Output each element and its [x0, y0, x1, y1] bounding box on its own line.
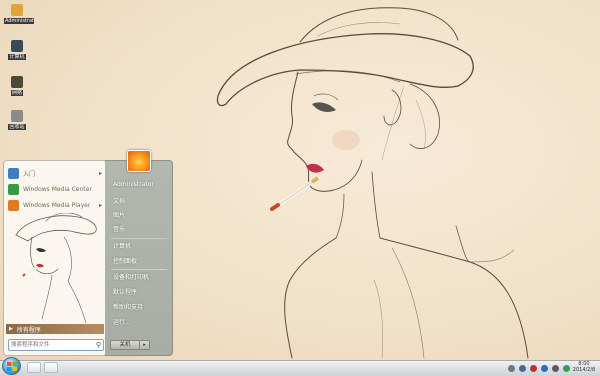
program-label: 入门: [23, 170, 36, 178]
all-programs-button[interactable]: ▶ 所有程序: [6, 324, 104, 334]
search-input[interactable]: [11, 340, 91, 350]
media-center-icon: [8, 183, 19, 195]
all-programs-label: 所有程序: [16, 326, 41, 334]
desktop-icon-label: 回收站: [8, 124, 26, 130]
start-link-music[interactable]: 音乐: [113, 224, 125, 234]
computer-icon: [11, 40, 23, 52]
battery-icon[interactable]: [552, 364, 559, 372]
start-link-documents[interactable]: 文档: [113, 196, 125, 206]
program-label: Windows Media Player: [23, 201, 91, 209]
play-arrow-icon: ▶: [9, 326, 13, 332]
taskbar-ie-button[interactable]: [27, 362, 41, 373]
desktop-icon-label: 计算机: [8, 54, 26, 60]
menu-divider: [111, 269, 167, 270]
start-link-computer[interactable]: 计算机: [113, 241, 131, 251]
user-account-picture[interactable]: [127, 150, 151, 172]
program-item-media-player[interactable]: Windows Media Player ▸: [8, 198, 104, 212]
desktop-icon-recycle-bin[interactable]: 回收站: [4, 110, 30, 132]
clock-date: 2014/2/8: [572, 367, 596, 373]
getting-started-icon: [8, 167, 19, 179]
start-link-default-programs[interactable]: 默认程序: [113, 287, 137, 297]
desktop-icon-label: Administrator: [4, 18, 34, 24]
folder-icon: [11, 4, 23, 16]
start-menu-illustration: [15, 213, 97, 323]
start-button[interactable]: [2, 357, 21, 375]
update-icon[interactable]: [563, 364, 570, 372]
start-link-control-panel[interactable]: 控制面板: [113, 256, 137, 266]
recycle-bin-icon: [11, 110, 23, 122]
start-link-pictures[interactable]: 图片: [113, 210, 125, 220]
network-tray-icon[interactable]: [508, 364, 515, 372]
program-item-media-center[interactable]: Windows Media Center: [8, 182, 104, 196]
windows-logo-icon: [7, 362, 17, 371]
menu-divider: [111, 238, 167, 239]
system-tray: [508, 363, 570, 373]
program-label: Windows Media Center: [23, 185, 92, 193]
volume-icon[interactable]: [519, 364, 526, 372]
taskbar-explorer-button[interactable]: [44, 362, 58, 373]
taskbar-clock[interactable]: 8:00 2014/2/8: [571, 361, 597, 373]
security-icon[interactable]: [541, 364, 548, 372]
start-menu-places-pane: Administrator 文档 图片 音乐 计算机 控制面板 设备和打印机 默…: [105, 160, 173, 356]
desktop-icon-computer[interactable]: 计算机: [4, 40, 30, 62]
desktop-icon-network[interactable]: 网络: [4, 76, 30, 98]
start-menu: 入门 ▸ Windows Media Center Windows Media …: [3, 160, 173, 356]
shutdown-button[interactable]: 关机: [110, 340, 140, 350]
start-search-box[interactable]: ⚲: [8, 339, 104, 351]
search-icon[interactable]: ⚲: [96, 341, 101, 349]
network-icon: [11, 76, 23, 88]
submenu-arrow-icon[interactable]: ▸: [99, 170, 102, 177]
start-link-user[interactable]: Administrator: [113, 181, 154, 191]
start-menu-programs-pane: 入门 ▸ Windows Media Center Windows Media …: [3, 160, 107, 356]
shutdown-options-arrow[interactable]: ▸: [140, 340, 150, 350]
desktop-icon-administrator[interactable]: Administrator: [4, 4, 34, 26]
submenu-arrow-icon[interactable]: ▸: [99, 202, 102, 209]
flag-icon[interactable]: [530, 364, 537, 372]
start-link-devices[interactable]: 设备和打印机: [113, 272, 149, 282]
start-link-help[interactable]: 帮助和支持: [113, 302, 143, 312]
program-item-getting-started[interactable]: 入门 ▸: [8, 166, 104, 180]
start-link-run[interactable]: 运行...: [113, 317, 131, 327]
media-player-icon: [8, 199, 19, 211]
desktop-icon-label: 网络: [10, 90, 23, 96]
